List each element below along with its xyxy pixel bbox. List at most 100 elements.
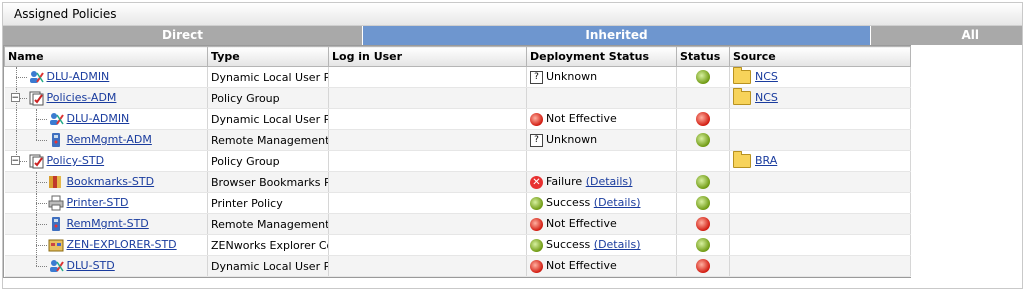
name-cell: DLU-STD bbox=[4, 255, 208, 277]
column-header-login-user[interactable]: Log in User bbox=[328, 46, 527, 67]
details-link[interactable]: (Details) bbox=[594, 196, 641, 209]
status-cell bbox=[676, 255, 730, 277]
dlu-policy-icon bbox=[48, 111, 64, 127]
source-link[interactable]: BRA bbox=[755, 154, 777, 167]
type-cell: Remote Management Policy bbox=[207, 129, 329, 151]
table-row[interactable]: Printer-STD Printer Policy Success (Detail… bbox=[4, 192, 911, 214]
table-row[interactable]: − Policies-ADM Policy Group NCS bbox=[4, 87, 911, 109]
type-cell: Dynamic Local User Policy bbox=[207, 255, 329, 277]
policy-group-icon bbox=[28, 90, 44, 106]
source-cell: NCS bbox=[729, 87, 911, 109]
details-link[interactable]: (Details) bbox=[594, 238, 641, 251]
not-effective-icon bbox=[530, 259, 543, 273]
column-header-name[interactable]: Name bbox=[4, 46, 208, 67]
status-ok-icon bbox=[696, 175, 710, 189]
deployment-status-text: Success bbox=[546, 238, 591, 252]
name-cell: − Policy-STD bbox=[4, 150, 208, 172]
table-row[interactable]: ZEN-EXPLORER-STD ZENworks Explorer Config… bbox=[4, 234, 911, 256]
column-header-source[interactable]: Source bbox=[729, 46, 911, 67]
type-cell: Dynamic Local User Policy bbox=[207, 108, 329, 130]
deployment-status-cell: ? Unknown bbox=[526, 129, 677, 151]
column-header-status[interactable]: Status bbox=[676, 46, 730, 67]
table-row[interactable]: − Policy-STD Policy Group BRA bbox=[4, 150, 911, 172]
deployment-status-cell: ? Unknown bbox=[526, 66, 677, 88]
login-user-cell bbox=[328, 87, 527, 109]
status-error-icon bbox=[696, 259, 710, 273]
remote-management-icon bbox=[48, 216, 64, 232]
tab-all[interactable]: All bbox=[871, 26, 1022, 45]
source-cell bbox=[729, 234, 911, 256]
status-cell bbox=[676, 129, 730, 151]
table-row[interactable]: DLU-ADMINDynamic Local User Policy?Unkno… bbox=[4, 66, 911, 88]
deployment-status-cell bbox=[526, 87, 677, 109]
name-cell: DLU-ADMIN bbox=[4, 66, 208, 88]
table-row[interactable]: DLU-ADMIN Dynamic Local User Policy Not Ef… bbox=[4, 108, 911, 130]
status-cell bbox=[676, 66, 730, 88]
status-cell bbox=[676, 171, 730, 193]
policy-name-link[interactable]: Printer-STD bbox=[67, 196, 129, 209]
deployment-status-cell: ✕ Failure (Details) bbox=[526, 171, 677, 193]
deployment-status-cell: Not Effective bbox=[526, 108, 677, 130]
status-cell bbox=[676, 234, 730, 256]
table-row[interactable]: RemMgmt-STD Remote Management Policy Not E… bbox=[4, 213, 911, 235]
status-cell bbox=[676, 108, 730, 130]
login-user-cell bbox=[328, 234, 527, 256]
tab-inherited[interactable]: Inherited bbox=[362, 26, 871, 45]
policy-name-link[interactable]: Bookmarks-STD bbox=[67, 175, 155, 188]
login-user-cell bbox=[328, 150, 527, 172]
type-cell: Browser Bookmarks Policy bbox=[207, 171, 329, 193]
failure-icon: ✕ bbox=[530, 175, 543, 189]
source-cell bbox=[729, 171, 911, 193]
status-ok-icon bbox=[696, 133, 710, 147]
status-ok-icon bbox=[696, 238, 710, 252]
source-cell: BRA bbox=[729, 150, 911, 172]
not-effective-icon bbox=[530, 112, 543, 126]
not-effective-icon bbox=[530, 217, 543, 231]
deployment-status-cell: Success (Details) bbox=[526, 192, 677, 214]
column-header-deployment-status[interactable]: Deployment Status bbox=[526, 46, 677, 67]
policy-name-link[interactable]: Policy-STD bbox=[47, 154, 105, 167]
bookmarks-icon bbox=[48, 174, 64, 190]
type-cell: Remote Management Policy bbox=[207, 213, 329, 235]
policy-name-link[interactable]: RemMgmt-STD bbox=[67, 217, 149, 230]
source-cell bbox=[729, 129, 911, 151]
collapse-toggle[interactable]: − bbox=[10, 156, 20, 166]
success-icon bbox=[530, 196, 543, 210]
dlu-policy-icon bbox=[48, 258, 64, 274]
policy-name-link[interactable]: Policies-ADM bbox=[47, 91, 117, 104]
policy-name-link[interactable]: DLU-ADMIN bbox=[67, 112, 130, 125]
source-cell bbox=[729, 255, 911, 277]
folder-icon bbox=[733, 67, 751, 84]
header-row: Name Type Log in User Deployment Status … bbox=[4, 46, 911, 67]
source-link[interactable]: NCS bbox=[755, 91, 778, 104]
deployment-status-cell bbox=[526, 150, 677, 172]
deployment-status-cell: Not Effective bbox=[526, 255, 677, 277]
policy-name-link[interactable]: RemMgmt-ADM bbox=[67, 133, 152, 146]
column-header-type[interactable]: Type bbox=[207, 46, 329, 67]
table-row[interactable]: Bookmarks-STD Browser Bookmarks Policy ✕Fa… bbox=[4, 171, 911, 193]
login-user-cell bbox=[328, 255, 527, 277]
login-user-cell bbox=[328, 171, 527, 193]
tab-direct[interactable]: Direct bbox=[3, 26, 362, 45]
collapse-toggle[interactable]: − bbox=[10, 93, 20, 103]
policy-name-link[interactable]: DLU-ADMIN bbox=[47, 70, 110, 83]
details-link[interactable]: (Details) bbox=[586, 175, 633, 188]
status-cell bbox=[676, 213, 730, 235]
type-cell: Policy Group bbox=[207, 150, 329, 172]
source-cell bbox=[729, 192, 911, 214]
source-link[interactable]: NCS bbox=[755, 70, 778, 83]
policy-name-link[interactable]: ZEN-EXPLORER-STD bbox=[67, 238, 177, 251]
deployment-status-cell: Success (Details) bbox=[526, 234, 677, 256]
source-cell: NCS bbox=[729, 66, 911, 88]
name-cell: Bookmarks-STD bbox=[4, 171, 208, 193]
deployment-status-cell: Not Effective bbox=[526, 213, 677, 235]
deployment-status-text: Success bbox=[546, 196, 591, 210]
name-cell: ZEN-EXPLORER-STD bbox=[4, 234, 208, 256]
table-row[interactable]: RemMgmt-ADM Remote Management Policy ?Unkn… bbox=[4, 129, 911, 151]
remote-management-icon bbox=[48, 132, 64, 148]
policies-grid: Name Type Log in User Deployment Status … bbox=[3, 45, 911, 278]
status-cell bbox=[676, 192, 730, 214]
policy-name-link[interactable]: DLU-STD bbox=[67, 259, 115, 272]
name-cell: − Policies-ADM bbox=[4, 87, 208, 109]
table-row[interactable]: DLU-STD Dynamic Local User Policy Not Effe… bbox=[4, 255, 911, 277]
